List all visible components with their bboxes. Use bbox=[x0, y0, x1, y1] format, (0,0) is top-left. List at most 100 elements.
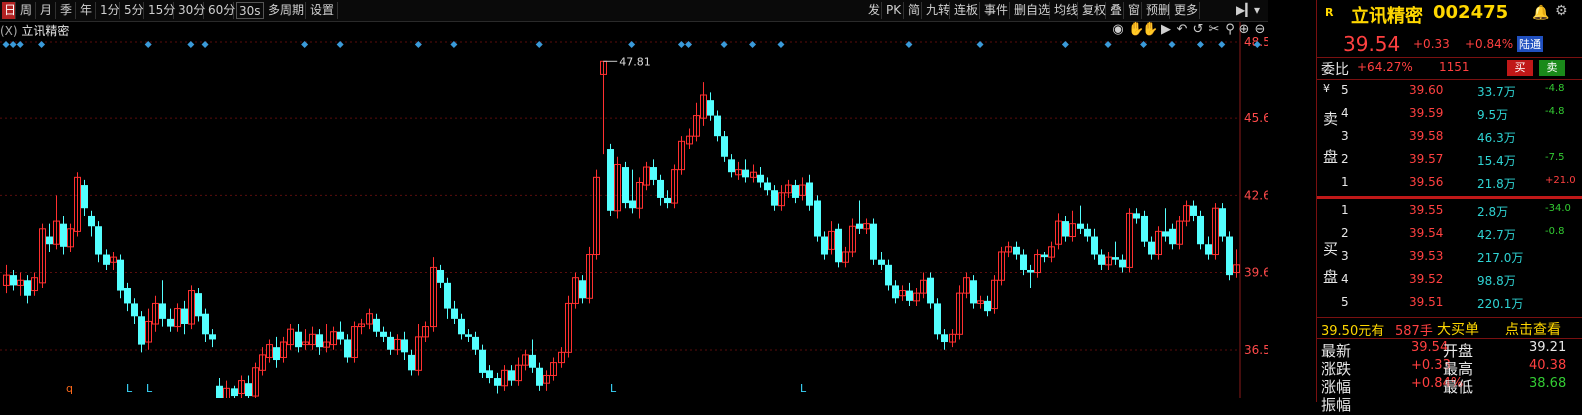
signal-diamond-icon bbox=[1196, 41, 1204, 48]
candle-body bbox=[295, 331, 302, 348]
candle-body bbox=[401, 339, 408, 353]
sell-button[interactable]: 卖 bbox=[1539, 60, 1565, 76]
tool-11-button[interactable]: 预删 bbox=[1144, 2, 1170, 19]
sells-volume: 15.4万 bbox=[1477, 154, 1516, 168]
candle-body bbox=[117, 259, 124, 291]
candle-body bbox=[771, 190, 778, 206]
chart-icons: ◉ ✋ ✋ ▶ ↶ ↺ ✂ ⚲ ⊕ ⊖ bbox=[1110, 22, 1265, 38]
tool-7-button[interactable]: 均线 bbox=[1052, 2, 1078, 19]
hand-icon-2[interactable]: ✋ bbox=[1142, 22, 1158, 38]
period-4-tab[interactable]: 年 bbox=[78, 2, 96, 19]
sells-change: -4.8 bbox=[1545, 83, 1565, 94]
period-2-tab[interactable]: 月 bbox=[38, 2, 56, 19]
candle-body bbox=[707, 100, 714, 116]
scissors-icon[interactable]: ✂ bbox=[1206, 22, 1222, 38]
candle-body bbox=[494, 378, 501, 386]
candle-body bbox=[1013, 246, 1020, 255]
dropdown-arrow-icon[interactable]: ▾ bbox=[1252, 2, 1266, 19]
period-3-tab[interactable]: 季 bbox=[58, 2, 76, 19]
buys-level: 5 bbox=[1341, 295, 1349, 309]
tool-9-button[interactable]: 叠 bbox=[1108, 2, 1124, 19]
ratio-label: 委比 bbox=[1321, 62, 1349, 78]
tool-8-button[interactable]: 复权 bbox=[1080, 2, 1106, 19]
candle-body bbox=[927, 277, 934, 304]
signal-diamond-icon bbox=[677, 41, 685, 48]
undo-icon[interactable]: ↺ bbox=[1190, 22, 1206, 38]
candle-body bbox=[216, 385, 223, 402]
tool-3-button[interactable]: 九转 bbox=[924, 2, 950, 19]
buys-level: 1 bbox=[1341, 203, 1349, 217]
buy_side_label-1: 盘 bbox=[1323, 268, 1339, 286]
tool-1-button[interactable]: PK bbox=[884, 2, 904, 19]
view-big-order-link[interactable]: 点击查看 bbox=[1505, 319, 1561, 339]
buys-row[interactable]: 1 39.55 2.8万 -34.0 bbox=[1317, 200, 1582, 220]
sells-row[interactable]: 5 39.60 33.7万 -4.8 bbox=[1317, 80, 1582, 100]
signal-diamond-icon bbox=[1061, 41, 1069, 48]
tool-5-button[interactable]: 事件 bbox=[982, 2, 1010, 19]
candle-body bbox=[792, 185, 799, 198]
sells-volume: 33.7万 bbox=[1477, 85, 1516, 99]
period-5-tab[interactable]: 1分 bbox=[98, 2, 120, 19]
buy-button[interactable]: 买 bbox=[1507, 60, 1533, 76]
candle-body bbox=[906, 290, 913, 301]
buys-row[interactable]: 4 39.52 98.8万 bbox=[1317, 269, 1582, 289]
kline-chart[interactable]: 48.5645.6042.6039.6036.5947.8134.34qLLLL bbox=[0, 22, 1290, 415]
sells-row[interactable]: 3 39.58 46.3万 bbox=[1317, 126, 1582, 146]
candle-body bbox=[821, 236, 828, 255]
zoom-in-icon[interactable]: ⊕ bbox=[1236, 22, 1252, 38]
sells-level: 4 bbox=[1341, 106, 1349, 120]
menu-icon[interactable]: ⚙ bbox=[1555, 3, 1568, 19]
period-9-tab[interactable]: 60分 bbox=[206, 2, 235, 19]
sells-price: 39.58 bbox=[1409, 129, 1444, 143]
chart-title: (X) 立讯精密 bbox=[0, 22, 69, 39]
sells-level: 3 bbox=[1341, 129, 1349, 143]
period-7-tab[interactable]: 15分 bbox=[146, 2, 175, 19]
sells-change: +21.0 bbox=[1545, 175, 1576, 186]
period-10-tab[interactable]: 30s bbox=[236, 2, 264, 19]
period-1-tab[interactable]: 周 bbox=[18, 2, 36, 19]
quote-v2: 38.68 bbox=[1529, 376, 1567, 391]
bell-icon[interactable]: 🔔 bbox=[1532, 5, 1549, 21]
collapse-panel-icon[interactable]: ▶▎ bbox=[1234, 2, 1254, 19]
buys-level: 4 bbox=[1341, 272, 1349, 286]
candle-body bbox=[465, 334, 472, 337]
candle-body bbox=[892, 285, 899, 299]
tool-2-button[interactable]: 简 bbox=[906, 2, 922, 19]
candle-body bbox=[742, 169, 749, 178]
period-12-tab[interactable]: 设置 bbox=[308, 2, 338, 19]
candle-body bbox=[387, 336, 394, 350]
buys-price: 39.53 bbox=[1409, 249, 1444, 263]
sells-row[interactable]: 4 39.59 9.5万 -4.8 bbox=[1317, 103, 1582, 123]
buys-price: 39.52 bbox=[1409, 272, 1444, 286]
period-11-tab[interactable]: 多周期 bbox=[266, 2, 306, 19]
candle-body bbox=[209, 334, 216, 340]
play-icon[interactable]: ▶ bbox=[1158, 22, 1174, 38]
buys-row[interactable]: 5 39.51 220.1万 bbox=[1317, 292, 1582, 312]
signal-diamond-icon bbox=[628, 41, 636, 48]
period-8-tab[interactable]: 30分 bbox=[176, 2, 205, 19]
signal-diamond-icon bbox=[16, 41, 24, 48]
candle-body bbox=[1062, 221, 1069, 237]
tool-10-button[interactable]: 窗 bbox=[1126, 2, 1142, 19]
period-6-tab[interactable]: 5分 bbox=[122, 2, 144, 19]
sells-row[interactable]: 2 39.57 15.4万 -7.5 bbox=[1317, 149, 1582, 169]
sells-row[interactable]: 1 39.56 21.8万 +21.0 bbox=[1317, 172, 1582, 192]
tool-12-button[interactable]: 更多 bbox=[1172, 2, 1200, 19]
candle-body bbox=[508, 370, 515, 381]
buys-row[interactable]: 3 39.53 217.0万 bbox=[1317, 246, 1582, 266]
bottom-marker: q bbox=[66, 382, 73, 395]
tool-0-button[interactable]: 发 bbox=[866, 2, 882, 19]
period-0-tab[interactable]: 日 bbox=[2, 2, 16, 19]
zoom-out-icon[interactable]: ⊖ bbox=[1252, 22, 1268, 38]
quote-row: 最新 39.54 开盘 39.21 bbox=[1317, 340, 1582, 360]
tool-4-button[interactable]: 连板 bbox=[952, 2, 980, 19]
eye-icon[interactable]: ◉ bbox=[1110, 22, 1126, 38]
candle-body bbox=[1091, 236, 1098, 255]
candle-body bbox=[856, 223, 863, 229]
back-icon[interactable]: ↶ bbox=[1174, 22, 1190, 38]
candle-body bbox=[1112, 257, 1119, 260]
buys-row[interactable]: 2 39.54 42.7万 -0.8 bbox=[1317, 223, 1582, 243]
tool-6-button[interactable]: 删自选 bbox=[1012, 2, 1050, 19]
candle-body bbox=[231, 388, 238, 397]
candle-body bbox=[629, 200, 636, 209]
